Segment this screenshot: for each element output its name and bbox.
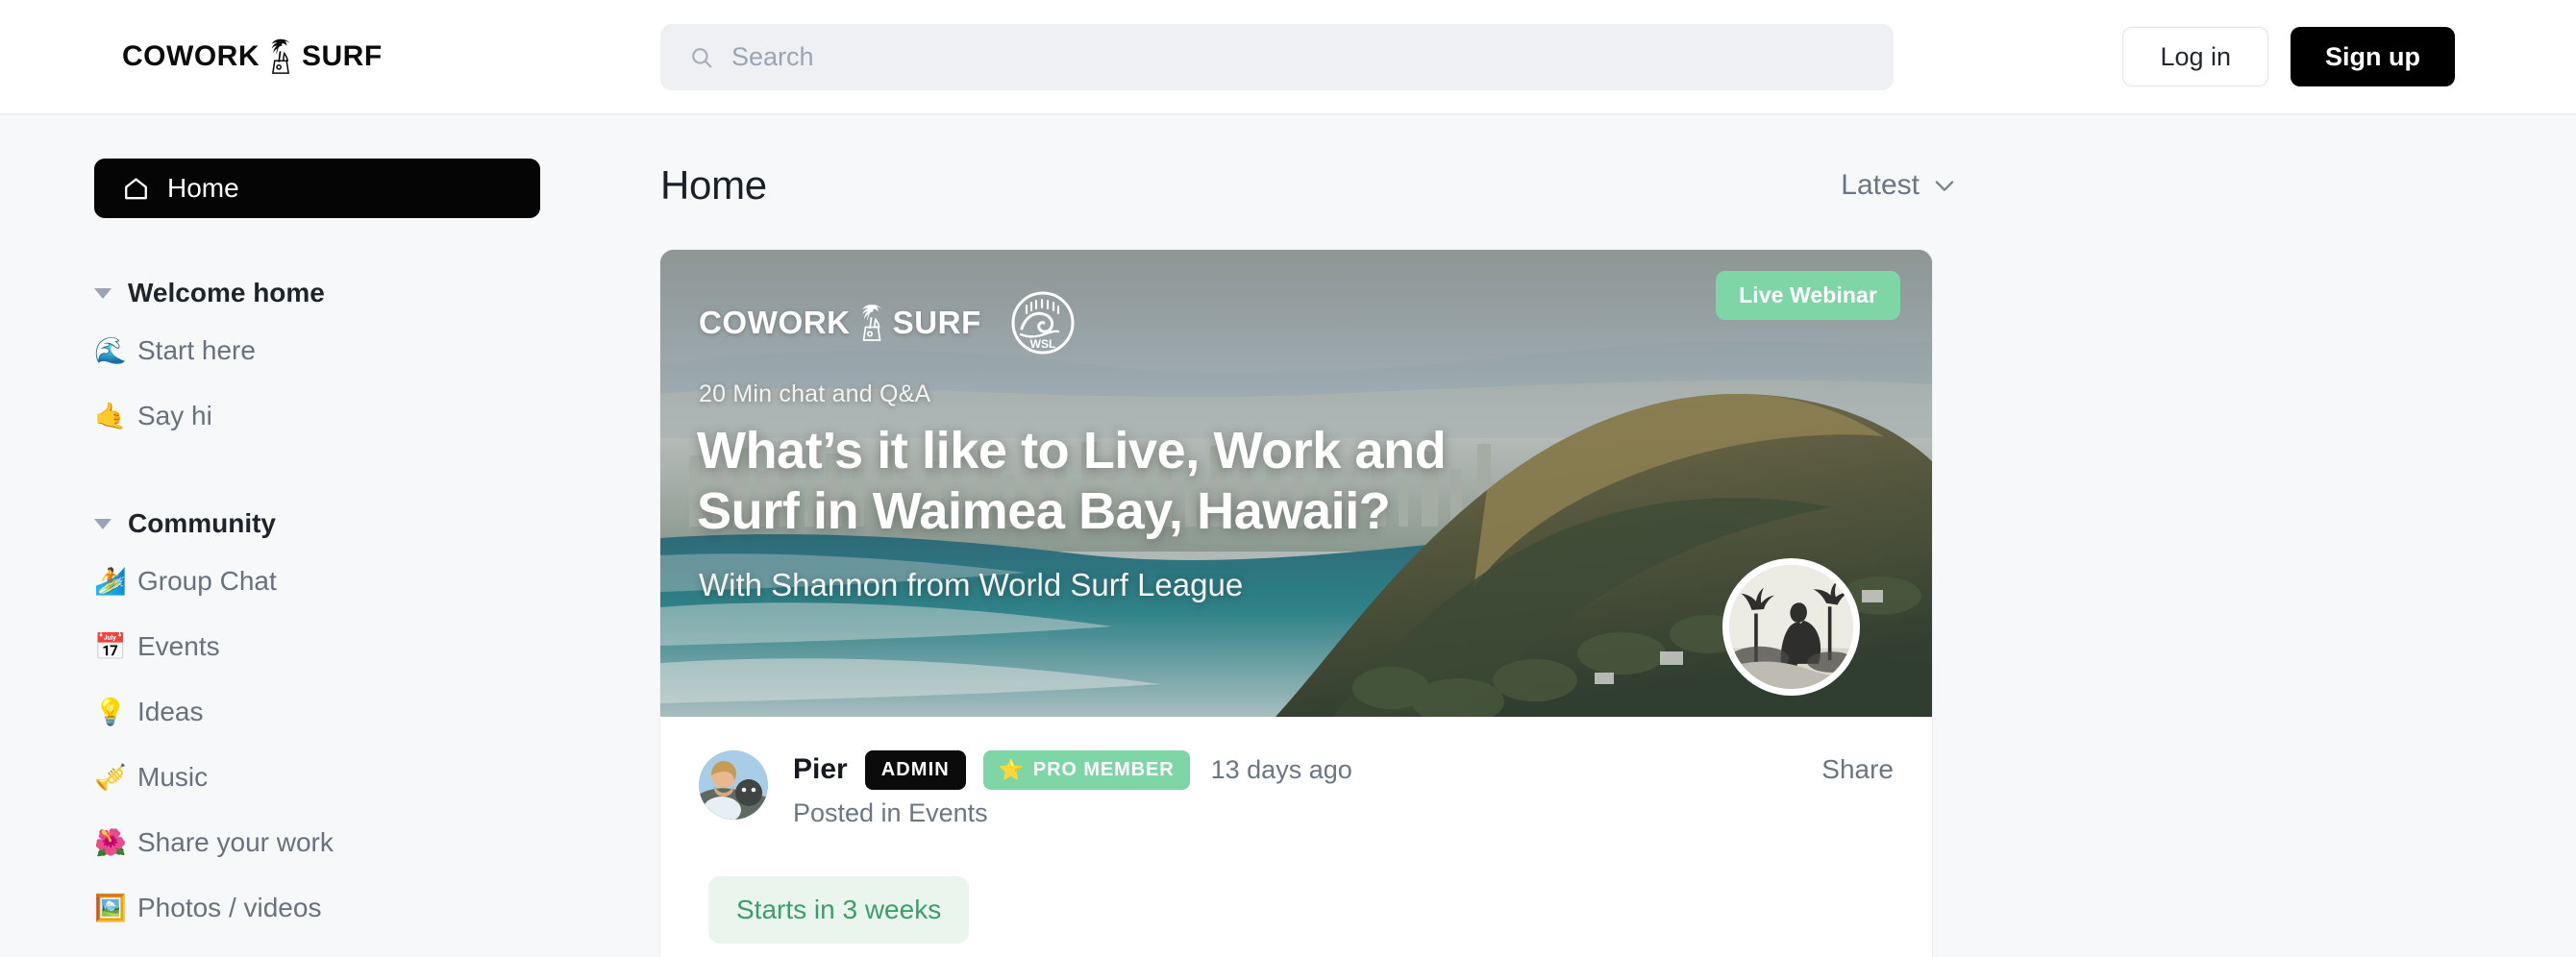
banner-brand: COWORK SURF [699, 300, 981, 346]
chevron-down-icon [1935, 181, 1954, 191]
sidebar-section-title: Community [128, 508, 276, 538]
post-timestamp: 13 days ago [1210, 754, 1352, 784]
banner-brand-lockup: COWORK SURF WSL [699, 290, 1076, 356]
sidebar-section-welcome-home: Welcome home 🌊 Start here 🤙 Say hi [0, 268, 634, 449]
hibiscus-icon: 🌺 [94, 827, 127, 858]
sort-dropdown[interactable]: Latest [1841, 169, 1958, 202]
shaka-hand-icon: 🤙 [94, 401, 127, 431]
post-card: COWORK SURF WSL 20 Min chat and Q&A What… [660, 250, 1932, 957]
lightbulb-icon: 💡 [94, 697, 127, 727]
post-category-link[interactable]: Posted in Events [793, 798, 1352, 828]
login-button[interactable]: Log in [2122, 27, 2269, 86]
sidebar-item-ideas[interactable]: 💡 Ideas [0, 679, 634, 745]
live-webinar-badge[interactable]: Live Webinar [1716, 271, 1900, 320]
star-icon: ⭐ [998, 757, 1025, 781]
search-box[interactable] [660, 24, 1894, 90]
post-meta-text: Pier ADMIN ⭐ PRO MEMBER 13 days ago Post… [793, 748, 1352, 828]
post-author-name[interactable]: Pier [793, 753, 848, 786]
sidebar-item-label: Group Chat [137, 566, 277, 596]
app-root: COWORK SURF Search Log in Sign up Home W… [0, 0, 2576, 957]
brand-name-right: SURF [301, 40, 383, 72]
status-badge-pro-member-label: PRO MEMBER [1032, 758, 1175, 780]
sidebar-item-start-here[interactable]: 🌊 Start here [0, 318, 634, 383]
sidebar-item-music[interactable]: 🎺 Music [0, 745, 634, 810]
banner-speaker-text: With Shannon from World Surf League [699, 567, 1244, 602]
sidebar-item-share-your-work[interactable]: 🌺 Share your work [0, 810, 634, 875]
banner-title: What’s it like to Live, Work and Surf in… [697, 421, 1620, 541]
post-banner[interactable]: COWORK SURF WSL 20 Min chat and Q&A What… [660, 250, 1932, 717]
banner-title-line2: Surf in Waimea Bay, Hawaii? [697, 481, 1391, 540]
banner-brand-right: SURF [892, 305, 981, 340]
search-icon [692, 47, 712, 67]
caret-down-icon [94, 287, 111, 299]
caret-down-icon [94, 518, 111, 529]
palm-tree-icon [271, 38, 290, 74]
sidebar: Home Welcome home 🌊 Start here 🤙 Say hi … [0, 114, 634, 957]
share-button[interactable]: Share [1821, 754, 1894, 785]
sidebar-item-label: Events [137, 631, 220, 661]
calendar-icon: 📅 [94, 631, 127, 662]
sidebar-item-label: Say hi [137, 401, 212, 430]
sidebar-item-label: Ideas [137, 697, 204, 726]
auth-actions: Log in Sign up [2122, 27, 2455, 86]
speaker-avatar [1722, 558, 1860, 696]
banner-brand-left: COWORK [699, 305, 851, 340]
post-meta-row: Pier ADMIN ⭐ PRO MEMBER 13 days ago Post… [699, 748, 1894, 828]
palm-tree-icon [861, 305, 881, 341]
sidebar-item-home-label: Home [167, 173, 239, 203]
sidebar-section-header-community[interactable]: Community [0, 499, 634, 549]
speaker-avatar-photo [1729, 565, 1853, 689]
sidebar-item-group-chat[interactable]: 🏄 Group Chat [0, 549, 634, 614]
sidebar-item-photos-videos[interactable]: 🖼️ Photos / videos [0, 875, 634, 941]
author-avatar-photo [699, 750, 768, 820]
signup-button[interactable]: Sign up [2291, 27, 2455, 86]
sidebar-item-label: Share your work [137, 827, 334, 857]
event-status-pill[interactable]: Starts in 3 weeks [708, 876, 970, 944]
wsl-partner-badge-icon: WSL [1011, 291, 1075, 355]
home-icon [125, 177, 147, 199]
sidebar-item-label: Music [137, 762, 209, 792]
status-badge-pro-member: ⭐ PRO MEMBER [982, 749, 1190, 790]
status-badge-admin: ADMIN [864, 749, 966, 790]
sidebar-section-header-welcome-home[interactable]: Welcome home [0, 268, 634, 318]
sidebar-item-home[interactable]: Home [94, 159, 540, 218]
brand-name-left: COWORK [122, 40, 260, 72]
surfer-icon: 🏄 [94, 566, 127, 597]
sidebar-item-label: Photos / videos [137, 893, 322, 922]
post-body: Pier ADMIN ⭐ PRO MEMBER 13 days ago Post… [660, 717, 1932, 944]
sidebar-item-events[interactable]: 📅 Events [0, 614, 634, 679]
wave-icon: 🌊 [94, 335, 127, 366]
brand-logo[interactable]: COWORK SURF [122, 35, 383, 79]
banner-subtitle: 20 Min chat and Q&A [699, 380, 931, 407]
main-content: Home Latest COWORK SURF WSL 20 Min chat … [634, 114, 2576, 957]
sidebar-section-community: Community 🏄 Group Chat 📅 Events 💡 Ideas … [0, 499, 634, 941]
page-title: Home [660, 162, 767, 208]
sidebar-item-say-hi[interactable]: 🤙 Say hi [0, 383, 634, 449]
post-author-block: Pier ADMIN ⭐ PRO MEMBER 13 days ago Post… [699, 748, 1352, 828]
top-header-bar: COWORK SURF Search Log in Sign up [0, 0, 2576, 114]
trumpet-icon: 🎺 [94, 762, 127, 793]
sidebar-item-label: Start here [137, 335, 256, 365]
sidebar-section-title: Welcome home [128, 278, 325, 307]
sort-dropdown-label: Latest [1841, 169, 1920, 201]
banner-title-line1: What’s it like to Live, Work and [697, 422, 1447, 479]
search-input[interactable] [731, 42, 1789, 72]
search-container [660, 24, 1894, 90]
photo-icon: 🖼️ [94, 893, 127, 923]
post-meta-line: Pier ADMIN ⭐ PRO MEMBER 13 days ago [793, 748, 1352, 791]
main-header-row: Home Latest [660, 156, 1958, 215]
wsl-badge-text: WSL [1029, 337, 1055, 351]
avatar[interactable] [699, 750, 768, 820]
